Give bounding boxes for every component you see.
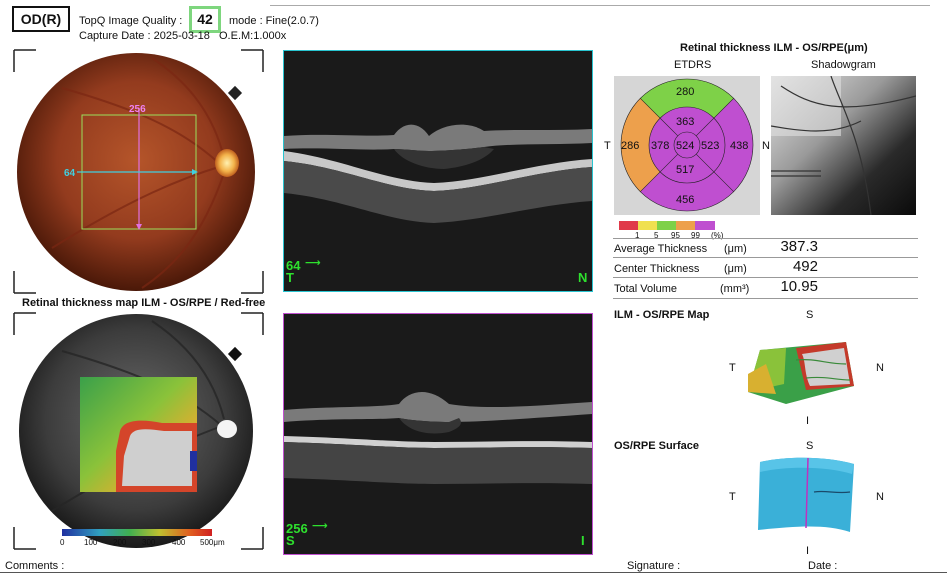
etdrs-outer-inferior: 456	[676, 194, 695, 206]
map3d-inferior-label: I	[806, 415, 810, 427]
surface3d-superior-label: S	[806, 440, 814, 452]
fundus-photo	[13, 49, 264, 294]
etdrs-values: 280 286 438 456 363 378 523 517 524	[614, 76, 760, 215]
etdrs-inner-nasal: 523	[701, 140, 720, 152]
scale-label-400: 400	[172, 538, 186, 547]
capture-date: Capture Date : 2025-03-18	[79, 30, 210, 42]
total-volume-value: 10.95	[780, 278, 818, 295]
average-thickness-unit: (μm)	[724, 243, 747, 255]
scale-label-100: 100	[84, 538, 98, 547]
date-label: Date :	[808, 560, 838, 572]
bscan-horizontal-nasal-label: N	[578, 270, 588, 285]
thickness-map-panel[interactable]	[12, 311, 265, 551]
scale-label-200: 200	[113, 538, 127, 547]
fundus-vertical-scan-label: 256	[129, 104, 146, 115]
center-thickness-label: Center Thickness	[614, 263, 700, 275]
footer-divider	[0, 572, 947, 573]
etdrs-outer-nasal: 438	[730, 140, 749, 152]
header-divider	[270, 5, 930, 6]
etdrs-temporal-label: T	[604, 140, 611, 152]
thickness-scale-labels: 0 100 200 300 400 500μm	[60, 538, 270, 550]
scan-mode: mode : Fine(2.0.7)	[229, 15, 319, 27]
bscan-vertical-panel[interactable]	[283, 313, 593, 555]
total-volume-unit: (mm³)	[720, 283, 750, 295]
total-volume-label: Total Volume	[614, 283, 677, 295]
metrics-divider-1	[613, 257, 918, 258]
etdrs-percentile-labels: 1 5 95 99 (%)	[619, 231, 739, 241]
etdrs-inner-superior: 363	[676, 116, 695, 128]
eye-indicator: OD(R)	[12, 6, 70, 32]
map3d-superior-label: S	[806, 309, 814, 321]
etdrs-percentile-legend	[619, 221, 715, 230]
surface3d-nasal-label: N	[876, 491, 884, 503]
legend-swatch-yellow	[638, 221, 657, 230]
average-thickness-value: 387.3	[780, 238, 818, 255]
etdrs-inner-inferior: 517	[676, 164, 695, 176]
bscan-horizontal-panel[interactable]	[283, 50, 593, 292]
average-thickness-label: Average Thickness	[614, 243, 708, 255]
scale-label-300: 300	[142, 538, 156, 547]
bscan-vertical-inferior-label: I	[581, 533, 585, 548]
thickness-map-image	[13, 312, 264, 550]
map3d-title: ILM - OS/RPE Map	[614, 309, 710, 321]
thickness-map-title: Retinal thickness map ILM - OS/RPE / Red…	[22, 297, 266, 309]
bscan-horizontal-arrow-icon: ⟶	[305, 257, 321, 269]
surface3d-image[interactable]	[756, 452, 856, 536]
surface3d-temporal-label: T	[729, 491, 736, 503]
metrics-divider-2	[613, 277, 918, 278]
bscan-vertical-image	[284, 314, 592, 554]
legend-swatch-magenta	[695, 221, 715, 230]
bscan-vertical-superior-label: S	[286, 533, 295, 548]
quality-score-badge: 42	[189, 6, 221, 33]
shadowgram-title: Shadowgram	[811, 59, 876, 71]
scale-label-500: 500μm	[200, 538, 225, 547]
fundus-horizontal-scan-label: 64	[64, 168, 76, 179]
fundus-photo-panel[interactable]	[12, 48, 265, 295]
surface3d-title: OS/RPE Surface	[614, 440, 699, 452]
etdrs-center: 524	[676, 140, 695, 152]
map3d-surface	[748, 342, 854, 404]
etdrs-panel-title: Retinal thickness ILM - OS/RPE(μm)	[680, 42, 868, 54]
surface3d-inferior-label: I	[806, 545, 810, 557]
etdrs-nasal-label: N	[762, 140, 770, 152]
quality-label: TopQ Image Quality :	[79, 15, 183, 27]
etdrs-outer-superior: 280	[676, 86, 695, 98]
comments-label: Comments :	[5, 560, 65, 572]
scale-label-0: 0	[60, 538, 65, 547]
center-thickness-unit: (μm)	[724, 263, 747, 275]
map3d-temporal-label: T	[729, 362, 736, 374]
map3d-image[interactable]	[746, 334, 856, 410]
bscan-horizontal-temporal-label: T	[286, 270, 294, 285]
shadowgram-image	[770, 75, 917, 216]
etdrs-inner-temporal: 378	[651, 140, 670, 152]
shadowgram-panel[interactable]	[770, 75, 917, 216]
bscan-vertical-arrow-icon: ⟶	[312, 520, 328, 532]
legend-swatch-red	[619, 221, 638, 230]
oem-value: O.E.M:1.000x	[219, 30, 287, 42]
surface3d-surface	[758, 457, 854, 532]
legend-swatch-green	[657, 221, 676, 230]
signature-label: Signature :	[627, 560, 681, 572]
etdrs-title: ETDRS	[674, 59, 712, 71]
metrics-divider-bottom	[613, 298, 918, 299]
legend-swatch-orange	[676, 221, 695, 230]
bscan-horizontal-image	[284, 51, 592, 291]
map3d-nasal-label: N	[876, 362, 884, 374]
center-thickness-value: 492	[792, 258, 818, 275]
metrics-divider-top	[613, 238, 918, 239]
etdrs-outer-temporal: 286	[621, 140, 640, 152]
